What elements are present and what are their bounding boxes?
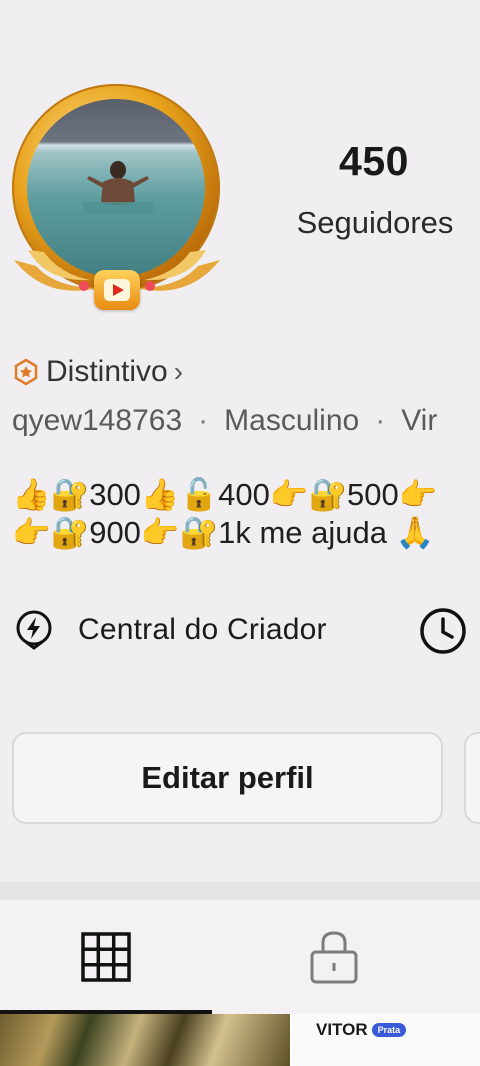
gender: Masculino — [224, 404, 360, 437]
avatar-person-figure — [83, 161, 153, 214]
followers-count: 450 — [339, 138, 409, 184]
profile-bio: 👍🔐300👍🔓400👉🔐500👉 👉🔐900👉🔐1k me ajuda 🙏 — [12, 476, 480, 552]
edit-profile-button[interactable]: Editar perfil — [12, 732, 443, 824]
bio-line: 👉🔐900👉🔐1k me ajuda 🙏 — [12, 515, 435, 550]
grid-icon — [81, 932, 131, 982]
video-thumbnail[interactable]: VITOR Prata — [292, 1014, 480, 1066]
creator-center-label: Central do Criador — [78, 613, 327, 646]
thumbnail-title: VITOR — [316, 1020, 368, 1039]
thumbnail-badge: Prata — [371, 1023, 407, 1037]
clock-icon[interactable] — [418, 606, 468, 656]
profile-tabbar — [0, 900, 480, 1014]
badge-label: Distintivo — [46, 355, 168, 388]
bio-line: 👍🔐300👍🔓400👉🔐500👉 — [12, 477, 438, 512]
username: qyew148763 — [12, 404, 183, 437]
hexagon-badge-icon — [14, 358, 38, 386]
video-play-icon — [94, 270, 140, 310]
chevron-right-icon: › — [173, 356, 184, 387]
lightning-bulb-icon — [16, 610, 52, 650]
meta-separator: · — [198, 404, 209, 437]
followers-stat[interactable]: 450 Seguidores — [280, 138, 470, 241]
section-divider — [0, 882, 480, 900]
followers-label: Seguidores — [296, 205, 454, 240]
creator-center-row[interactable]: Central do Criador — [12, 604, 480, 656]
tab-grid[interactable] — [0, 900, 212, 1014]
meta-separator: · — [375, 404, 386, 437]
profile-meta-line: qyew148763 · Masculino · Vir — [12, 404, 437, 438]
video-thumbnail[interactable] — [0, 1014, 290, 1066]
lock-icon — [310, 931, 358, 984]
badge-link[interactable]: Distintivo › — [12, 354, 183, 390]
secondary-action-button[interactable] — [464, 732, 480, 824]
video-grid: VITOR Prata — [0, 1014, 480, 1066]
thumbnail-caption: VITOR Prata — [316, 1020, 407, 1040]
extra-meta: Vir — [401, 404, 438, 437]
tab-private[interactable] — [236, 900, 432, 1014]
profile-avatar[interactable] — [6, 80, 228, 310]
